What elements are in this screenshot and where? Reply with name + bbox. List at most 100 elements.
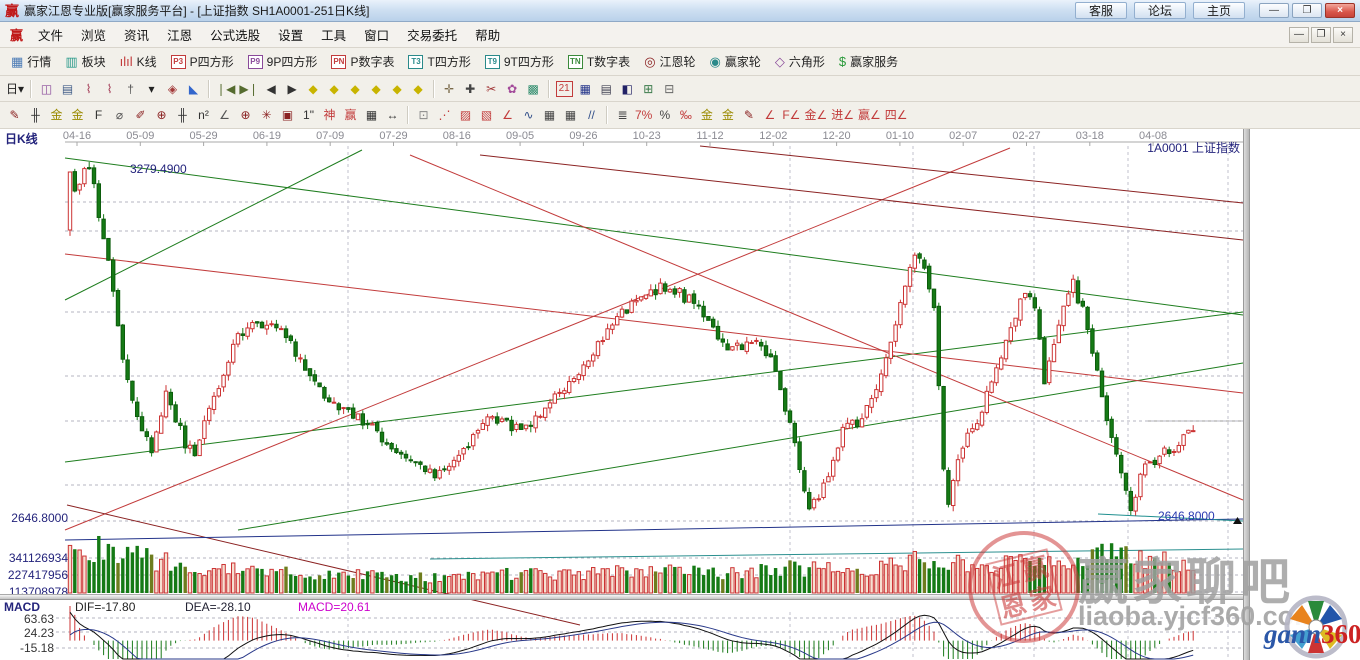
tool-drag-hand-icon[interactable]: ✛ [439, 79, 460, 99]
draw-ruler-grid-icon[interactable]: ▦ [361, 105, 382, 125]
toolbar-button-p-square[interactable]: P3 P四方形 [164, 51, 241, 72]
draw-box-select-icon[interactable]: ⊡ [413, 105, 434, 125]
draw-trend-angle-icon[interactable]: ∠ [497, 105, 518, 125]
draw-fan-lines-icon[interactable]: ⋰ [434, 105, 455, 125]
menu-item-1[interactable]: 浏览 [72, 21, 115, 48]
draw-gold-angle-icon[interactable]: 金∠ [802, 105, 829, 125]
toolbar-button-kline[interactable]: ılıl K线 [113, 51, 164, 72]
menu-item-4[interactable]: 公式选股 [201, 21, 269, 48]
toolbar-button-gann-wheel[interactable]: ◎ 江恩轮 [637, 51, 702, 72]
menu-item-9[interactable]: 帮助 [466, 21, 509, 48]
toolbar-button-sectors[interactable]: ▥ 板块 [58, 51, 112, 72]
draw-grid-lines-icon[interactable]: ╫ [172, 105, 193, 125]
draw-gold-line-icon[interactable]: 金 [717, 105, 738, 125]
tool-diamond-vexpand-icon[interactable]: ◆ [387, 79, 408, 99]
minimize-button[interactable]: — [1259, 3, 1289, 18]
draw-pencil-icon[interactable]: ✎ [4, 105, 25, 125]
tool-next-icon[interactable]: ▶ [282, 79, 303, 99]
right-splitter[interactable] [1243, 129, 1250, 660]
menu-item-8[interactable]: 交易委托 [398, 21, 466, 48]
draw-si-angle-icon[interactable]: 四∠ [883, 105, 910, 125]
tool-diamond-shrink-icon[interactable]: ◆ [366, 79, 387, 99]
restore-button[interactable]: ❐ [1292, 3, 1322, 18]
draw-percent-7-icon[interactable]: 7% [633, 105, 654, 125]
tool-cut-icon[interactable]: ✂ [481, 79, 502, 99]
tool-candle-style-icon[interactable]: † [120, 79, 141, 99]
tool-bars-3-icon[interactable]: ⌇ [78, 79, 99, 99]
tool-pattern-icon[interactable]: ◫ [36, 79, 57, 99]
draw-ying-tool-icon[interactable]: 赢 [340, 105, 361, 125]
tool-calendar-icon[interactable]: 21 [555, 80, 573, 97]
tool-last-page-icon[interactable]: ▶❘ [237, 79, 260, 99]
draw-ying-angle-icon[interactable]: 赢∠ [856, 105, 883, 125]
draw-fan-grid-2-icon[interactable]: ▧ [476, 105, 497, 125]
draw-j-angle-icon[interactable]: ∠ [759, 105, 780, 125]
draw-gold-section-2-icon[interactable]: 金 [67, 105, 88, 125]
tool-export-icon[interactable]: ⊞ [638, 79, 659, 99]
tool-calculator-icon[interactable]: ▦ [575, 79, 596, 99]
draw-time-grid-icon[interactable]: ▦ [560, 105, 581, 125]
menu-item-7[interactable]: 窗口 [355, 21, 398, 48]
draw-fan-grid-icon[interactable]: ▨ [455, 105, 476, 125]
tool-diamond-right-icon[interactable]: ◆ [324, 79, 345, 99]
menu-item-0[interactable]: 文件 [29, 21, 72, 48]
draw-gold-circle-icon[interactable]: 金 [696, 105, 717, 125]
tool-gann-flag-icon[interactable]: ◈ [162, 79, 183, 99]
draw-fibonacci-icon[interactable]: F [88, 105, 109, 125]
draw-permille-icon[interactable]: ‰ [675, 105, 696, 125]
draw-f-angle-icon[interactable]: F∠ [780, 105, 802, 125]
menu-item-6[interactable]: 工具 [312, 21, 355, 48]
tool-diamond-left-icon[interactable]: ◆ [303, 79, 324, 99]
draw-square-of-nine-icon[interactable]: n² [193, 105, 214, 125]
main-chart-canvas[interactable] [0, 129, 1360, 660]
tool-candle-style-menu-icon[interactable]: ▾ [141, 79, 162, 99]
tool-flower-icon[interactable]: ✿ [502, 79, 523, 99]
home-button[interactable]: 主页 [1192, 2, 1245, 19]
draw-percent-icon[interactable]: % [654, 105, 675, 125]
toolbar-button-9t-square[interactable]: T9 9T四方形 [478, 51, 561, 72]
draw-mark-pen-icon[interactable]: ✎ [738, 105, 759, 125]
tool-notes-icon[interactable]: ▤ [596, 79, 617, 99]
toolbar-button-p-number-table[interactable]: PN P数字表 [324, 51, 401, 72]
doc-close-button[interactable]: × [1333, 26, 1353, 43]
draw-shen-tool-icon[interactable]: 神 [319, 105, 340, 125]
draw-square-web-icon[interactable]: ▣ [277, 105, 298, 125]
tool-color-flag-icon[interactable]: ◣ [183, 79, 204, 99]
tool-diamond-vshrink-icon[interactable]: ◆ [408, 79, 429, 99]
tool-diamond-expand-icon[interactable]: ◆ [345, 79, 366, 99]
toolbar-button-winner-service[interactable]: $ 赢家服务 [832, 51, 905, 72]
tool-import-icon[interactable]: ⊟ [659, 79, 680, 99]
draw-gann-circle-icon[interactable]: ⊕ [151, 105, 172, 125]
draw-wave-icon[interactable]: ∿ [518, 105, 539, 125]
toolbar-button-9p-square[interactable]: P9 9P四方形 [241, 51, 325, 72]
toolbar-button-quotes[interactable]: ▦ 行情 [4, 51, 58, 72]
close-button[interactable]: × [1325, 3, 1355, 18]
toolbar-button-t-square[interactable]: T3 T四方形 [401, 51, 477, 72]
tool-report-icon[interactable]: ▤ [57, 79, 78, 99]
draw-price-grid-icon[interactable]: ▦ [539, 105, 560, 125]
draw-levels-icon[interactable]: ≣ [612, 105, 633, 125]
draw-angle-icon[interactable]: ∠ [214, 105, 235, 125]
draw-star-web-icon[interactable]: ✳ [256, 105, 277, 125]
tool-puzzle-icon[interactable]: ▩ [523, 79, 544, 99]
draw-gann-line-icon[interactable]: ╫ [25, 105, 46, 125]
menu-item-5[interactable]: 设置 [269, 21, 312, 48]
customer-service-button[interactable]: 客服 [1074, 2, 1127, 19]
toolbar-button-t-number-table[interactable]: TN T数字表 [561, 51, 637, 72]
tool-save-icon[interactable]: ◧ [617, 79, 638, 99]
menu-item-3[interactable]: 江恩 [158, 21, 201, 48]
draw-gold-section-1-icon[interactable]: 金 [46, 105, 67, 125]
draw-parallel-lines-icon[interactable]: // [581, 105, 602, 125]
tool-prev-icon[interactable]: ◀ [261, 79, 282, 99]
draw-brush-icon[interactable]: ✐ [130, 105, 151, 125]
draw-wheel-small-icon[interactable]: ⊕ [235, 105, 256, 125]
menu-item-2[interactable]: 资讯 [115, 21, 158, 48]
draw-one-unit-icon[interactable]: 1" [298, 105, 319, 125]
tool-first-page-icon[interactable]: ❘◀ [214, 79, 237, 99]
doc-minimize-button[interactable]: — [1289, 26, 1309, 43]
draw-measure-icon[interactable]: ↔ [382, 105, 403, 125]
draw-cycle-icon[interactable]: ⌀ [109, 105, 130, 125]
toolbar-button-hexagon[interactable]: ◇ 六角形 [768, 51, 832, 72]
tool-crosshair-icon[interactable]: ✚ [460, 79, 481, 99]
toolbar-button-winner-wheel[interactable]: ◉ 赢家轮 [703, 51, 768, 72]
